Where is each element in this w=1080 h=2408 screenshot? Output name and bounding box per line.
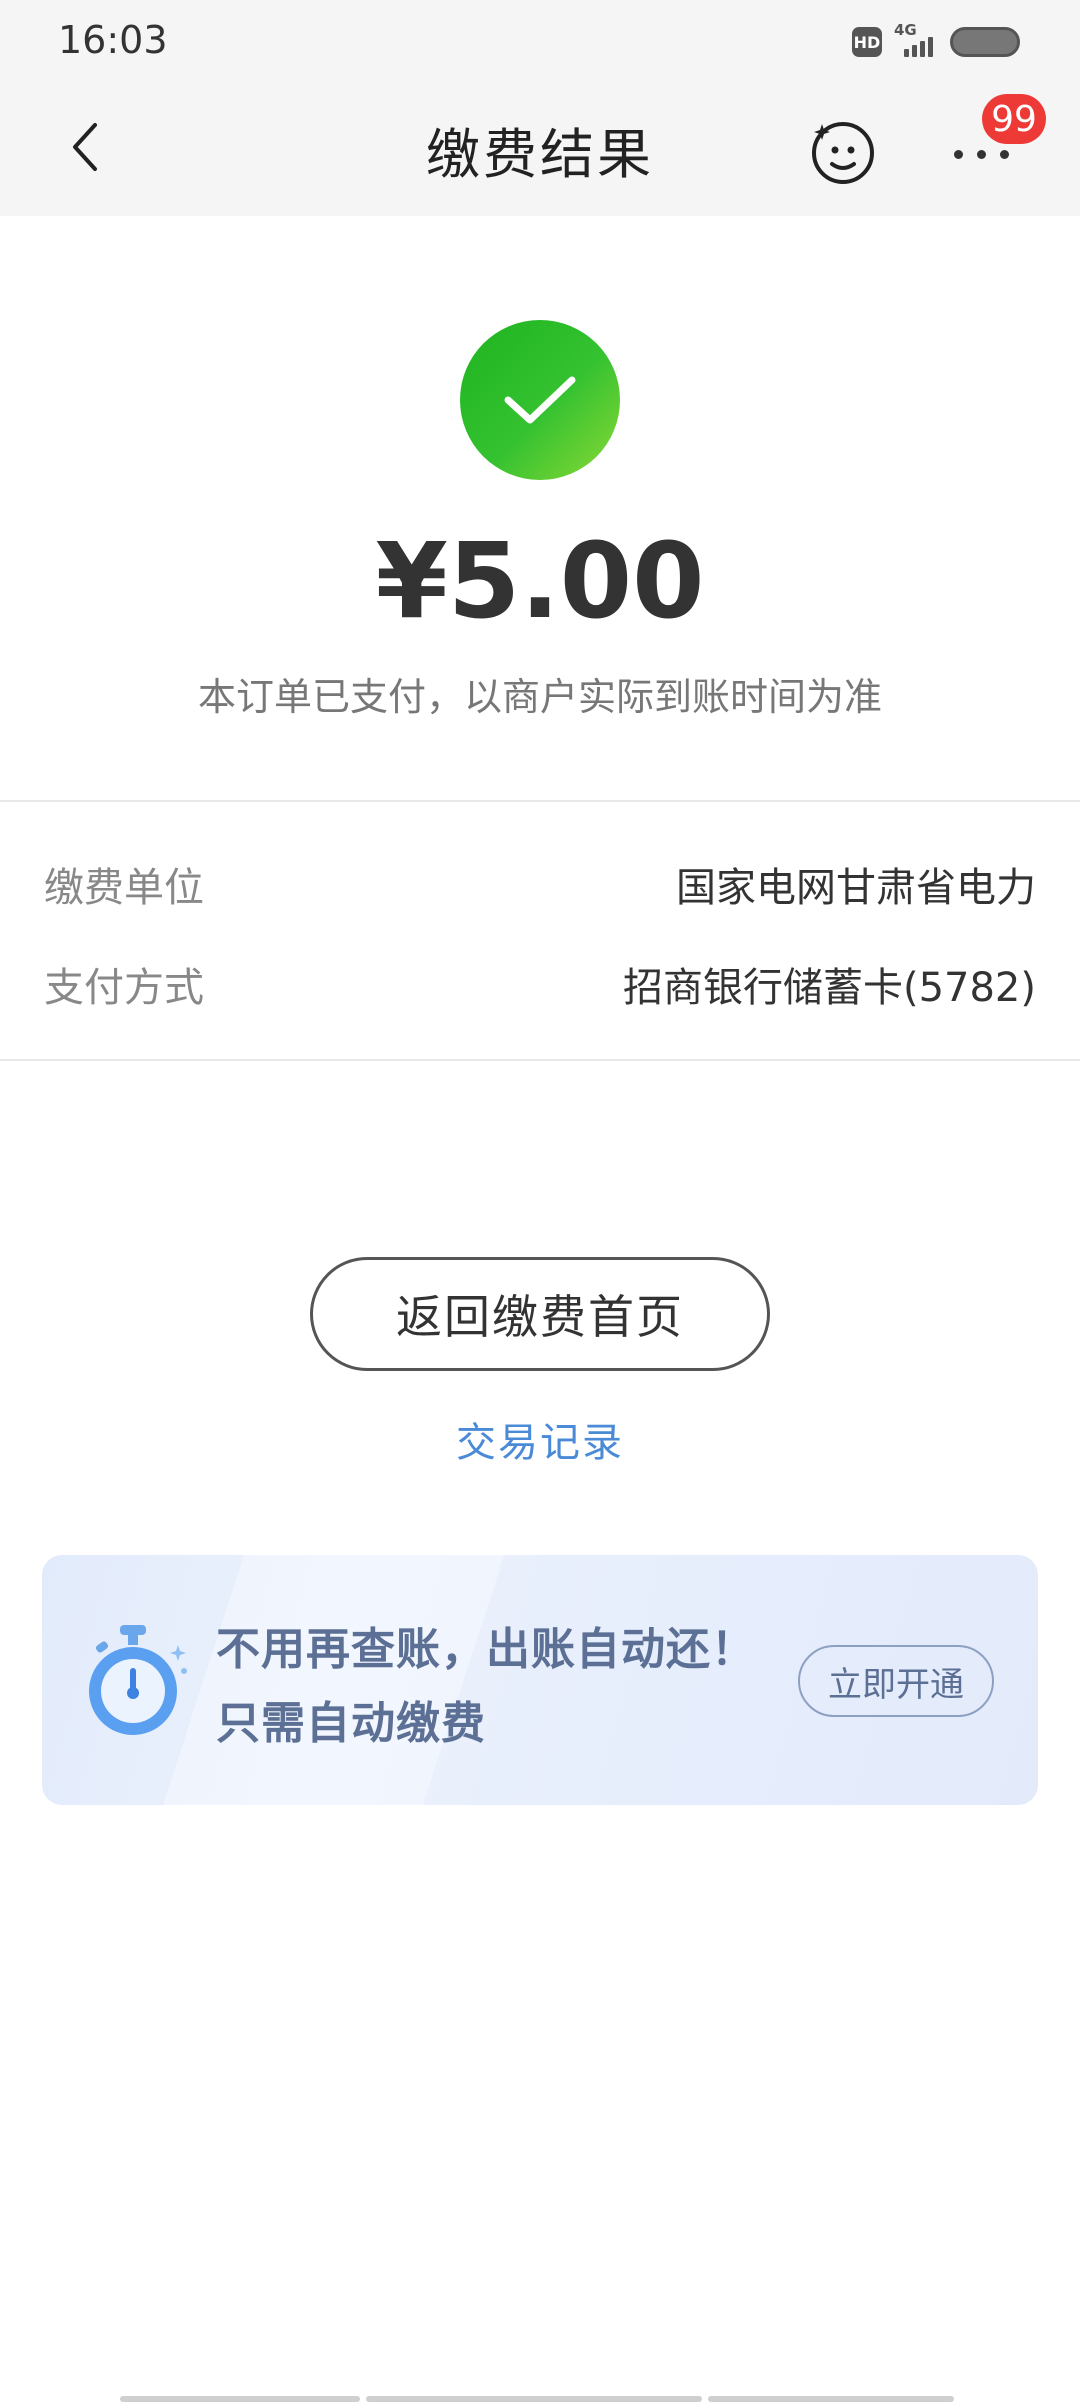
transaction-records-label[interactable]: 交易记录 bbox=[456, 1420, 624, 1466]
promo-headline: 不用再查账，出账自动还！ bbox=[216, 1624, 756, 1675]
assistant-button[interactable] bbox=[806, 116, 880, 190]
transaction-records-link[interactable]: 交易记录 bbox=[0, 1410, 1080, 1468]
status-icons: HD 4G bbox=[852, 21, 1020, 62]
detail-value: 国家电网甘肃省电力 bbox=[676, 865, 1036, 911]
gesture-navigation-bar bbox=[120, 2396, 960, 2404]
network-type: 4G bbox=[894, 21, 917, 39]
notification-badge: 99 bbox=[982, 94, 1046, 144]
divider bbox=[0, 1059, 1080, 1061]
success-check-icon bbox=[460, 320, 620, 480]
divider bbox=[0, 800, 1080, 802]
page-title: 缴费结果 bbox=[426, 123, 654, 186]
return-home-button[interactable]: 返回缴费首页 bbox=[310, 1257, 770, 1371]
status-time: 16:03 bbox=[58, 18, 168, 62]
promo-subline: 只需自动缴费 bbox=[216, 1698, 486, 1749]
hd-icon: HD bbox=[852, 27, 882, 57]
auto-pay-promo-card[interactable]: 不用再查账，出账自动还！ 只需自动缴费 立即开通 bbox=[42, 1555, 1038, 1805]
detail-value: 招商银行储蓄卡(5782) bbox=[622, 965, 1036, 1011]
signal-icon: 4G bbox=[894, 21, 938, 57]
nav-bar: 缴费结果 bbox=[0, 82, 1080, 216]
smiley-assistant-icon bbox=[812, 122, 874, 184]
payment-amount: ¥5.00 bbox=[375, 520, 705, 642]
stopwatch-icon bbox=[82, 1621, 192, 1741]
activate-now-button[interactable]: 立即开通 bbox=[798, 1645, 994, 1717]
detail-row-unit: 缴费单位 国家电网甘肃省电力 bbox=[44, 854, 1036, 914]
battery-icon bbox=[950, 27, 1020, 57]
status-bar: 16:03 HD 4G bbox=[0, 0, 1080, 82]
payment-note: 本订单已支付，以商户实际到账时间为准 bbox=[197, 675, 882, 719]
detail-row-payment-method: 支付方式 招商银行储蓄卡(5782) bbox=[44, 954, 1036, 1014]
detail-label: 缴费单位 bbox=[44, 865, 204, 911]
detail-label: 支付方式 bbox=[44, 965, 204, 1011]
more-dots-icon bbox=[954, 150, 1009, 159]
